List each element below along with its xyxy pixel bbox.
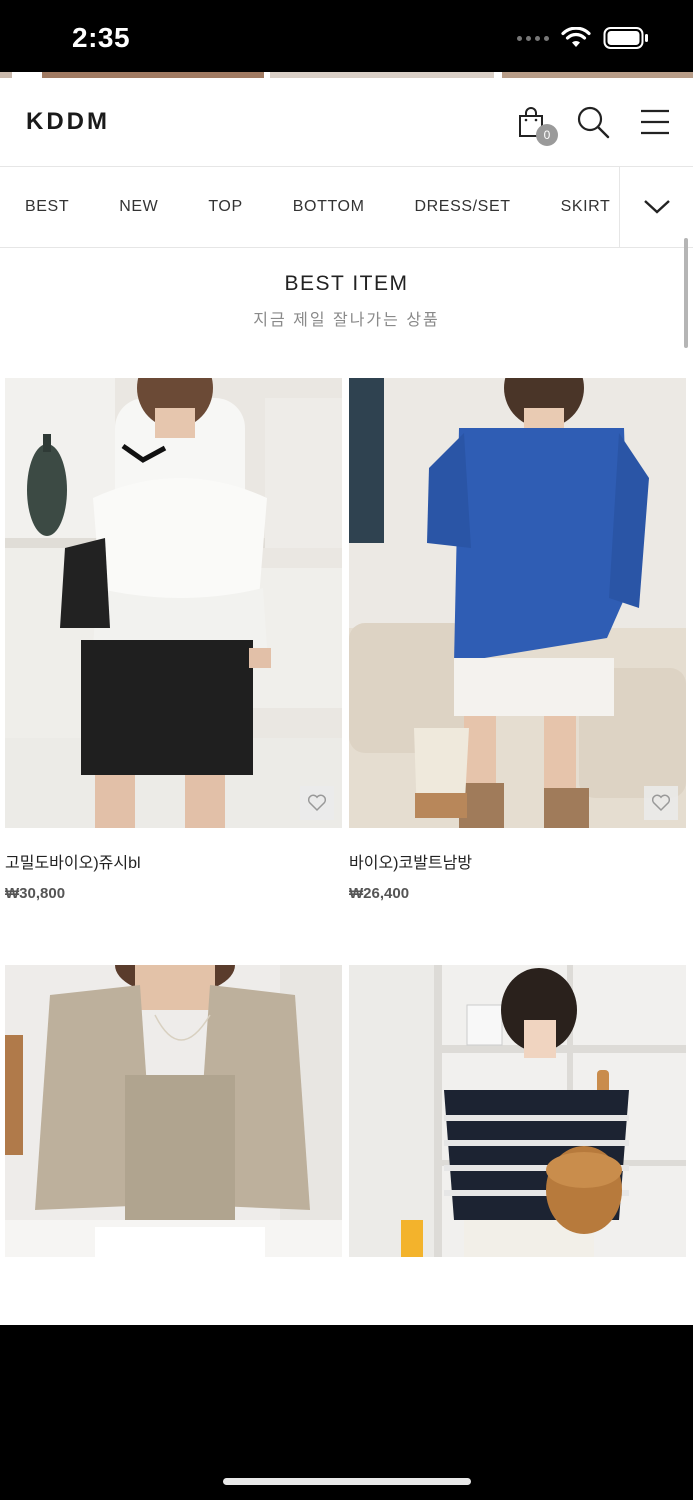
app-content: KDDM 0 BEST NEW TOP BOTTOM DRESS/SET SKI… — [0, 78, 693, 1325]
scrollbar[interactable] — [684, 238, 688, 348]
product-grid: 고밀도바이오)쥬시bl ₩30,800 바이오)코발트남방 ₩26,400 — [5, 378, 687, 1257]
product-name[interactable]: 바이오)코발트남방 — [349, 849, 686, 873]
heart-icon — [651, 794, 671, 812]
section-subtitle: 지금 제일 잘나가는 상품 — [253, 312, 440, 329]
product-image[interactable] — [349, 378, 686, 828]
status-time: 2:35 — [72, 22, 131, 53]
product-card[interactable]: 고밀도바이오)쥬시bl ₩30,800 — [5, 378, 342, 902]
header: KDDM 0 — [0, 78, 693, 167]
product-image[interactable] — [5, 965, 342, 1257]
product-image[interactable] — [5, 378, 342, 828]
category-nav: BEST NEW TOP BOTTOM DRESS/SET SKIRT — [0, 167, 693, 248]
battery-icon — [603, 27, 648, 49]
status-icons — [517, 26, 649, 50]
section-header: BEST ITEM 지금 제일 잘나가는 상품 — [0, 272, 693, 330]
cellular-signal-icon — [517, 35, 549, 41]
search-icon — [577, 106, 610, 139]
product-card[interactable] — [349, 965, 686, 1257]
product-photo — [349, 378, 686, 828]
section-title: BEST ITEM — [284, 272, 409, 295]
home-indicator[interactable] — [223, 1478, 471, 1485]
category-top[interactable]: TOP — [208, 198, 242, 216]
wifi-icon — [561, 27, 591, 47]
category-skirt[interactable]: SKIRT — [561, 198, 611, 216]
logo[interactable]: KDDM — [26, 108, 110, 136]
chevron-down-icon — [643, 200, 670, 214]
cart-button[interactable]: 0 — [513, 104, 558, 146]
product-card[interactable] — [5, 965, 342, 1257]
wishlist-button[interactable] — [644, 786, 678, 820]
hamburger-menu-icon — [641, 109, 669, 135]
category-expand-button[interactable] — [619, 167, 693, 247]
category-best[interactable]: BEST — [25, 198, 69, 216]
product-card[interactable]: 바이오)코발트남방 ₩26,400 — [349, 378, 686, 902]
product-photo — [5, 378, 342, 828]
category-dress-set[interactable]: DRESS/SET — [415, 198, 511, 216]
category-bottom[interactable]: BOTTOM — [293, 198, 365, 216]
product-photo — [5, 965, 342, 1257]
heart-icon — [307, 794, 327, 812]
product-name[interactable]: 고밀도바이오)쥬시bl — [5, 849, 342, 873]
search-button[interactable] — [575, 104, 611, 140]
product-image[interactable] — [349, 965, 686, 1257]
product-photo — [349, 965, 686, 1257]
menu-button[interactable] — [637, 104, 673, 140]
product-price: ₩26,400 — [349, 885, 410, 902]
cart-count-badge: 0 — [536, 124, 558, 146]
wishlist-button[interactable] — [300, 786, 334, 820]
product-price: ₩30,800 — [5, 885, 66, 902]
category-new[interactable]: NEW — [119, 198, 158, 216]
category-list: BEST NEW TOP BOTTOM DRESS/SET SKIRT — [0, 167, 693, 247]
header-actions: 0 — [513, 104, 673, 146]
status-bar: 2:35 — [0, 0, 693, 72]
